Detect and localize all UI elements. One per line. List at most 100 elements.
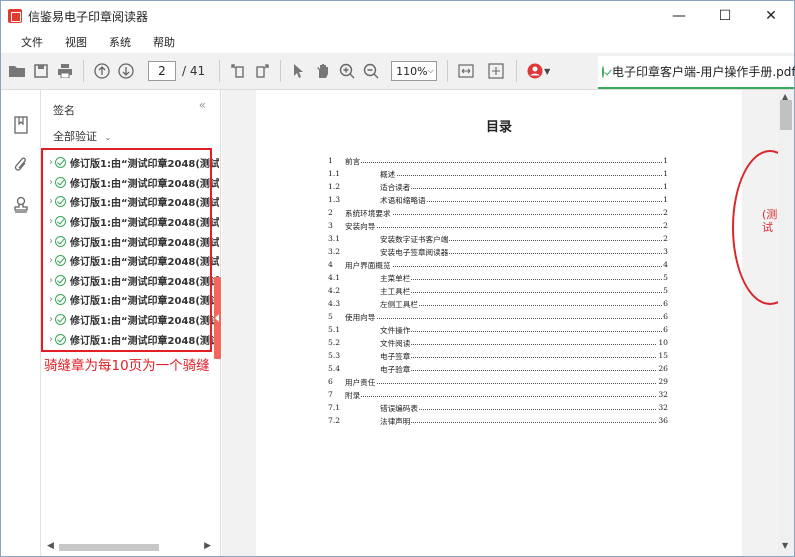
close-button[interactable]: ✕	[748, 1, 794, 31]
toc-number: 1.2	[328, 182, 341, 191]
scroll-right-icon[interactable]: ▶	[204, 541, 211, 551]
panel-splitter-handle[interactable]	[214, 277, 221, 359]
toc-number: 5.3	[328, 351, 341, 360]
toc-number: 7	[328, 390, 333, 399]
toc-row[interactable]: 3.1 安装数字证书客户端 2	[328, 234, 668, 247]
toc-row[interactable]: 5.1 文件操作 6	[328, 325, 668, 338]
previous-page-icon[interactable]	[90, 59, 114, 83]
toc-row[interactable]: 5 使用向导 6	[328, 312, 668, 325]
toc-entry-title: 概述	[380, 169, 397, 180]
toc-number: 2	[328, 208, 333, 217]
toc-row[interactable]: 1.3 术语和缩略语 1	[328, 195, 668, 208]
toc-row[interactable]: 7.1 错误编码表 32	[328, 403, 668, 416]
toc-entry-title: 左侧工具栏	[380, 299, 419, 310]
menu-file[interactable]: 文件	[21, 34, 43, 50]
maximize-button[interactable]: ☐	[702, 1, 748, 31]
menu-view[interactable]: 视图	[65, 34, 87, 50]
zoom-in-icon[interactable]	[335, 59, 359, 83]
menu-system[interactable]: 系统	[109, 34, 131, 50]
toc-number: 7.1	[328, 403, 341, 412]
document-tab[interactable]: 电子印章客户端-用户操作手册.pdf	[598, 56, 795, 89]
panel-title: 签名	[53, 104, 75, 117]
verify-all-dropdown[interactable]: 全部验证 ⌄	[53, 128, 111, 144]
window-title: 信鉴易电子印章阅读器	[28, 9, 149, 24]
toc-row[interactable]: 5.3 电子签章 15	[328, 351, 668, 364]
toc-row[interactable]: 5.2 文件阅读 10	[328, 338, 668, 351]
verify-all-label: 全部验证	[53, 130, 97, 143]
toc-page: 1	[662, 169, 668, 178]
toc-number: 3.1	[328, 234, 341, 243]
scroll-down-icon[interactable]: ▼	[782, 541, 788, 550]
select-cursor-icon[interactable]	[287, 59, 311, 83]
toc-entry-title: 前言	[345, 156, 362, 167]
toc-entry-title: 错误编码表	[380, 403, 419, 414]
toc-row[interactable]: 1.1 概述 1	[328, 169, 668, 182]
toolbar-separator	[280, 60, 282, 82]
minimize-button[interactable]: —	[656, 1, 702, 31]
menu-bar: 文件 视图 系统 帮助	[1, 31, 794, 53]
zoom-select[interactable]: 110% ⌵	[391, 61, 438, 81]
fit-page-icon[interactable]	[484, 59, 508, 83]
zoom-out-icon[interactable]	[359, 59, 383, 83]
signature-stamp-icon[interactable]	[13, 196, 29, 214]
toc-entry-title: 安装向导	[345, 221, 377, 232]
toc-row[interactable]: 3.2 安装电子签章阅读器 3	[328, 247, 668, 260]
bookmark-icon[interactable]	[13, 116, 29, 134]
print-icon[interactable]	[53, 59, 77, 83]
panel-horizontal-scrollbar[interactable]: ◀ ▶	[45, 541, 215, 554]
toc-number: 1	[328, 156, 333, 165]
toc-row[interactable]: 2 系统环境要求 2	[328, 208, 668, 221]
page-number-input[interactable]: 2	[148, 61, 176, 81]
toc-page: 15	[657, 351, 668, 360]
app-window: 信鉴易电子印章阅读器 — ☐ ✕ 文件 视图 系统 帮助 2 / 41 110%…	[0, 0, 795, 557]
toc-row[interactable]: 5.4 电子验章 26	[328, 364, 668, 377]
rotate-left-icon[interactable]	[226, 59, 250, 83]
toc-number: 3.2	[328, 247, 341, 256]
toc-number: 5.2	[328, 338, 341, 347]
toc-page: 32	[657, 403, 668, 412]
toc-row[interactable]: 4.3 左侧工具栏 6	[328, 299, 668, 312]
user-menu-caret-icon[interactable]: ▼	[544, 67, 550, 76]
annotation-text: 骑缝章为每10页为一个骑缝	[44, 358, 210, 374]
scrollbar-thumb[interactable]	[780, 100, 792, 130]
toc-page: 6	[662, 299, 668, 308]
toc-row[interactable]: 3 安装向导 2	[328, 221, 668, 234]
toc-number: 4.3	[328, 299, 341, 308]
toc-entry-title: 用户责任	[345, 377, 377, 388]
toc-page: 1	[662, 182, 668, 191]
fit-width-icon[interactable]	[454, 59, 478, 83]
document-viewport: 目录 1 前言 1 1.1 概述 1 1.2 适合读者 1 1.3 术语和缩略语 1 2 系统环境…	[222, 90, 778, 556]
hand-tool-icon[interactable]	[311, 59, 335, 83]
collapse-panel-button[interactable]: «	[199, 98, 206, 112]
seam-seal-stamp[interactable]: (测试	[732, 150, 778, 305]
toc-number: 1.3	[328, 195, 341, 204]
toc-row[interactable]: 4.2 主工具栏 5	[328, 286, 668, 299]
toolbar-separator	[219, 60, 221, 82]
toc-row[interactable]: 4 用户界面概览 4	[328, 260, 668, 273]
toc-row[interactable]: 7.2 法律声明 36	[328, 416, 668, 429]
toc-row[interactable]: 7 附录 32	[328, 390, 668, 403]
toc-row[interactable]: 1 前言 1	[328, 156, 668, 169]
toc-entry-title: 文件操作	[380, 325, 412, 336]
menu-help[interactable]: 帮助	[153, 34, 175, 50]
zoom-value: 110%	[396, 64, 428, 78]
toc-number: 4.1	[328, 273, 341, 282]
open-folder-icon[interactable]	[5, 59, 29, 83]
next-page-icon[interactable]	[114, 59, 138, 83]
save-icon[interactable]	[29, 59, 53, 83]
toc-row[interactable]: 4.1 主菜单栏 5	[328, 273, 668, 286]
rotate-right-icon[interactable]	[250, 59, 274, 83]
toc-page: 2	[662, 221, 668, 230]
scrollbar-thumb[interactable]	[59, 544, 159, 551]
scroll-left-icon[interactable]: ◀	[47, 541, 54, 551]
toolbar-separator	[516, 60, 518, 82]
attachment-icon[interactable]	[13, 156, 29, 174]
stamp-text: (测试	[762, 208, 778, 234]
toc-number: 4.2	[328, 286, 341, 295]
document-vertical-scrollbar[interactable]: ▲ ▼	[778, 90, 794, 556]
toc-row[interactable]: 1.2 适合读者 1	[328, 182, 668, 195]
toc-page: 5	[662, 273, 668, 282]
toc-page: 2	[662, 208, 668, 217]
toc-entry-title: 使用向导	[345, 312, 377, 323]
toc-row[interactable]: 6 用户责任 29	[328, 377, 668, 390]
